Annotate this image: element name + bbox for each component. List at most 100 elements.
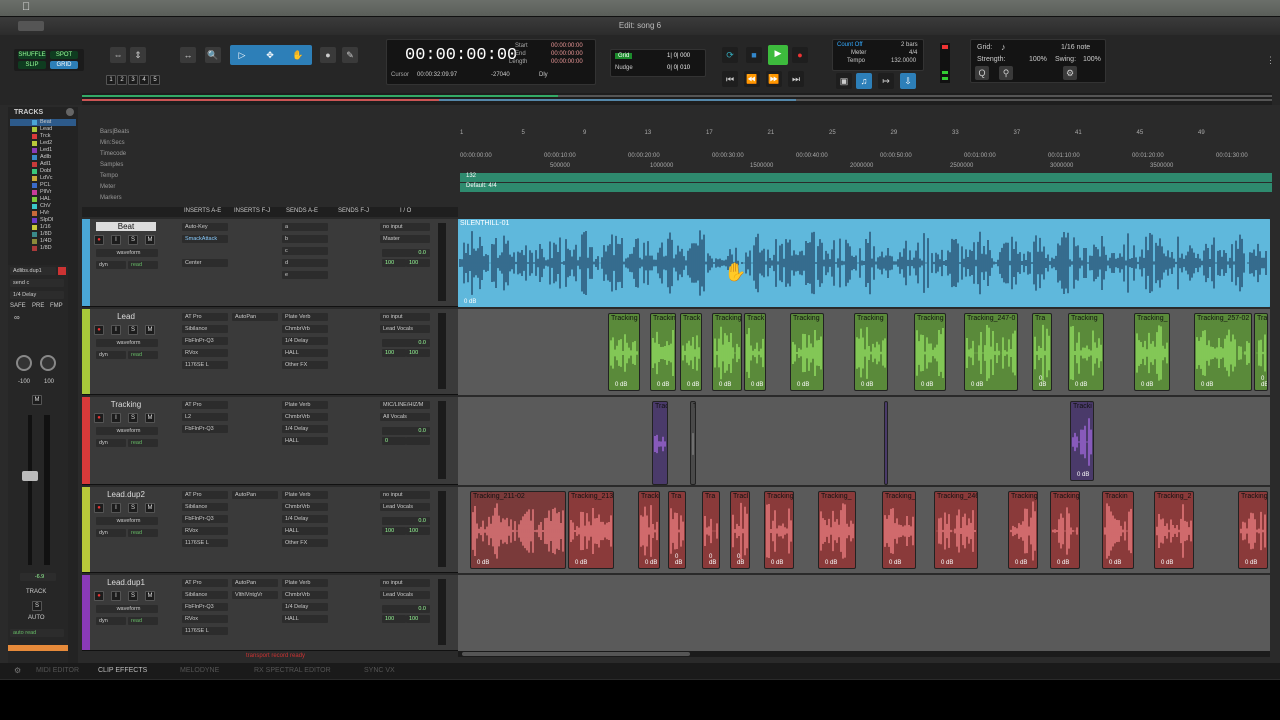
meter-value[interactable]: 4/4 <box>909 50 917 56</box>
pan-value[interactable]: 0 <box>382 437 406 445</box>
send-slot[interactable]: HALL <box>282 437 328 445</box>
length-value[interactable]: 00:00:00:00 <box>551 59 583 65</box>
send-slot[interactable]: Plate Verb <box>282 579 328 587</box>
volume-value[interactable]: 0.0 <box>382 427 430 435</box>
send-slot[interactable]: Other FX <box>282 539 328 547</box>
automation-selector[interactable]: read <box>128 261 158 269</box>
mute-button[interactable]: M <box>145 591 155 601</box>
bars-ruler[interactable]: 1 5 9 13 17 21 25 29 33 37 41 45 49 <box>460 130 1272 138</box>
delay-label[interactable]: Dly <box>539 72 548 78</box>
tracks-list-item[interactable]: Lead <box>10 126 76 133</box>
insert-slot-fj[interactable]: VlthlVntgVr <box>232 591 278 599</box>
insert-slot[interactable]: Auto-Key <box>182 223 228 231</box>
strength-value[interactable]: 100% <box>1029 56 1047 63</box>
insert-slot[interactable]: AT Pro <box>182 401 228 409</box>
view-selector[interactable]: waveform <box>96 249 158 257</box>
audio-clip[interactable]: Tracking 0 dB <box>1008 491 1038 569</box>
audio-clip[interactable]: Tracking_213 0 dB <box>568 491 614 569</box>
back-icon[interactable]: ⏪ <box>744 71 760 87</box>
audio-clip[interactable]: Tracki 0 dB <box>1070 401 1094 481</box>
input-selector[interactable]: no input <box>380 491 430 499</box>
audio-clip[interactable]: Tracking 0 dB <box>1050 491 1080 569</box>
insert-slot[interactable]: RVox <box>182 615 228 623</box>
view-selector[interactable]: waveform <box>96 339 158 347</box>
track-name[interactable]: Tracking <box>96 400 156 409</box>
zoom-preset-2[interactable]: 2 <box>117 75 127 85</box>
ruler-label[interactable]: Meter <box>100 184 115 190</box>
record-arm-button[interactable]: ● <box>94 413 104 423</box>
insert-slot[interactable]: AT Pro <box>182 313 228 321</box>
audio-clip[interactable]: Track 0 dB <box>680 313 702 391</box>
insert-slot[interactable]: L2 <box>182 413 228 421</box>
tracks-list-item[interactable]: Adlb <box>10 154 76 161</box>
loop-icon[interactable]: ⟳ <box>722 47 738 63</box>
forward-icon[interactable]: ⏩ <box>766 71 782 87</box>
audio-clip[interactable]: Tracking 0 dB <box>712 313 742 391</box>
meter-ruler[interactable]: Default: 4/4 <box>460 183 1272 192</box>
send-slot[interactable]: 1/4 Delay <box>282 515 328 523</box>
insert-slot[interactable]: FbFlnPr-Q3 <box>182 515 228 523</box>
zoom-out-icon[interactable]: ⇔ <box>110 47 126 63</box>
mute-button[interactable]: M <box>145 235 155 245</box>
pan-value[interactable]: 100 <box>382 615 406 623</box>
insert-slot[interactable]: Center <box>182 259 228 267</box>
send-slot[interactable]: a <box>282 223 328 231</box>
safe-button[interactable]: SAFE <box>10 303 26 309</box>
send-slot[interactable]: HALL <box>282 349 328 357</box>
ruler-label[interactable]: Markers <box>100 195 122 201</box>
selector-tool-icon[interactable]: ✥ <box>262 47 278 63</box>
tab-rx-spectral-editor[interactable]: RX SPECTRAL EDITOR <box>254 667 331 674</box>
tracks-list-item[interactable]: Dobl <box>10 168 76 175</box>
volume-value[interactable]: 0.0 <box>382 339 430 347</box>
record-arm-button[interactable]: ● <box>94 503 104 513</box>
end-value[interactable]: 00:00:00:00 <box>551 51 583 57</box>
midi-merge-icon[interactable]: ▣ <box>836 73 852 89</box>
tracks-list-item[interactable]: LdVc <box>10 175 76 182</box>
zoom-toggle-icon[interactable]: ↔ <box>180 47 196 63</box>
ruler-label[interactable]: Tempo <box>100 173 118 179</box>
audio-clip[interactable]: Tra 0 dB <box>1032 313 1052 391</box>
tracks-list-item[interactable]: 1/16 <box>10 224 76 231</box>
ruler-label[interactable]: Timecode <box>100 151 126 157</box>
audio-clip[interactable]: Tracking_ 0 dB <box>1134 313 1170 391</box>
view-selector[interactable]: waveform <box>96 427 158 435</box>
track-name[interactable]: Lead.dup1 <box>96 578 156 587</box>
click-icon[interactable]: ♫ <box>856 73 872 89</box>
horizontal-scrollbar[interactable] <box>458 651 1270 657</box>
meter-marker[interactable]: Default: 4/4 <box>466 183 497 189</box>
automation-selector[interactable]: read <box>128 529 158 537</box>
audio-clip[interactable]: Tra 0 dB <box>702 491 720 569</box>
tracks-list-item[interactable]: HVr <box>10 210 76 217</box>
volume-value[interactable]: 0.0 <box>382 249 430 257</box>
input-monitor-button[interactable]: I <box>111 235 121 245</box>
nudge-label[interactable]: Nudge <box>615 65 633 71</box>
send-slot[interactable]: e <box>282 271 328 279</box>
solo-button[interactable]: S <box>128 503 138 513</box>
lead-lane[interactable]: Tracking 0 dB Trackin 0 dB Track 0 dB Tracking… <box>458 309 1270 395</box>
beat-lane[interactable]: SILENTHILL-01 0 dB <box>458 219 1270 307</box>
send-slot[interactable]: 1/4 Delay <box>282 603 328 611</box>
audio-clip[interactable]: T <box>690 401 696 485</box>
audio-clip[interactable]: Tracking 0 dB <box>1238 491 1268 569</box>
zoom-in-icon[interactable]: ⇕ <box>130 47 146 63</box>
insert-slot[interactable]: SmackAttack <box>182 235 228 243</box>
view-selector[interactable]: waveform <box>96 605 158 613</box>
nudge-value[interactable]: 0| 0| 010 <box>667 65 690 71</box>
input-selector[interactable]: no input <box>380 313 430 321</box>
sends-ae-header[interactable]: SENDS A-E <box>286 208 318 214</box>
mute-button[interactable]: M <box>145 413 155 423</box>
slip-button[interactable]: SLIP <box>18 61 46 69</box>
strip-solo-button[interactable]: S <box>32 601 42 611</box>
insert-slot[interactable]: 1176SE L <box>182 627 228 635</box>
audio-clip[interactable]: Tracking 0 dB <box>914 313 946 391</box>
send-slot[interactable]: ChmbrVrb <box>282 591 328 599</box>
gear-icon[interactable]: ⚙ <box>1063 66 1077 80</box>
insert-slot[interactable]: FbFlnPr-Q3 <box>182 603 228 611</box>
insert-slot-fj[interactable]: AutoPan <box>232 579 278 587</box>
mute-button[interactable]: M <box>145 325 155 335</box>
audio-clip[interactable]: Tracking_ 0 dB <box>882 491 916 569</box>
automation-selector[interactable]: read <box>128 439 158 447</box>
insert-slot[interactable]: FbFlnPr-Q3 <box>182 337 228 345</box>
insert-slot[interactable]: RVox <box>182 349 228 357</box>
insert-slot[interactable]: 1176SE L <box>182 539 228 547</box>
